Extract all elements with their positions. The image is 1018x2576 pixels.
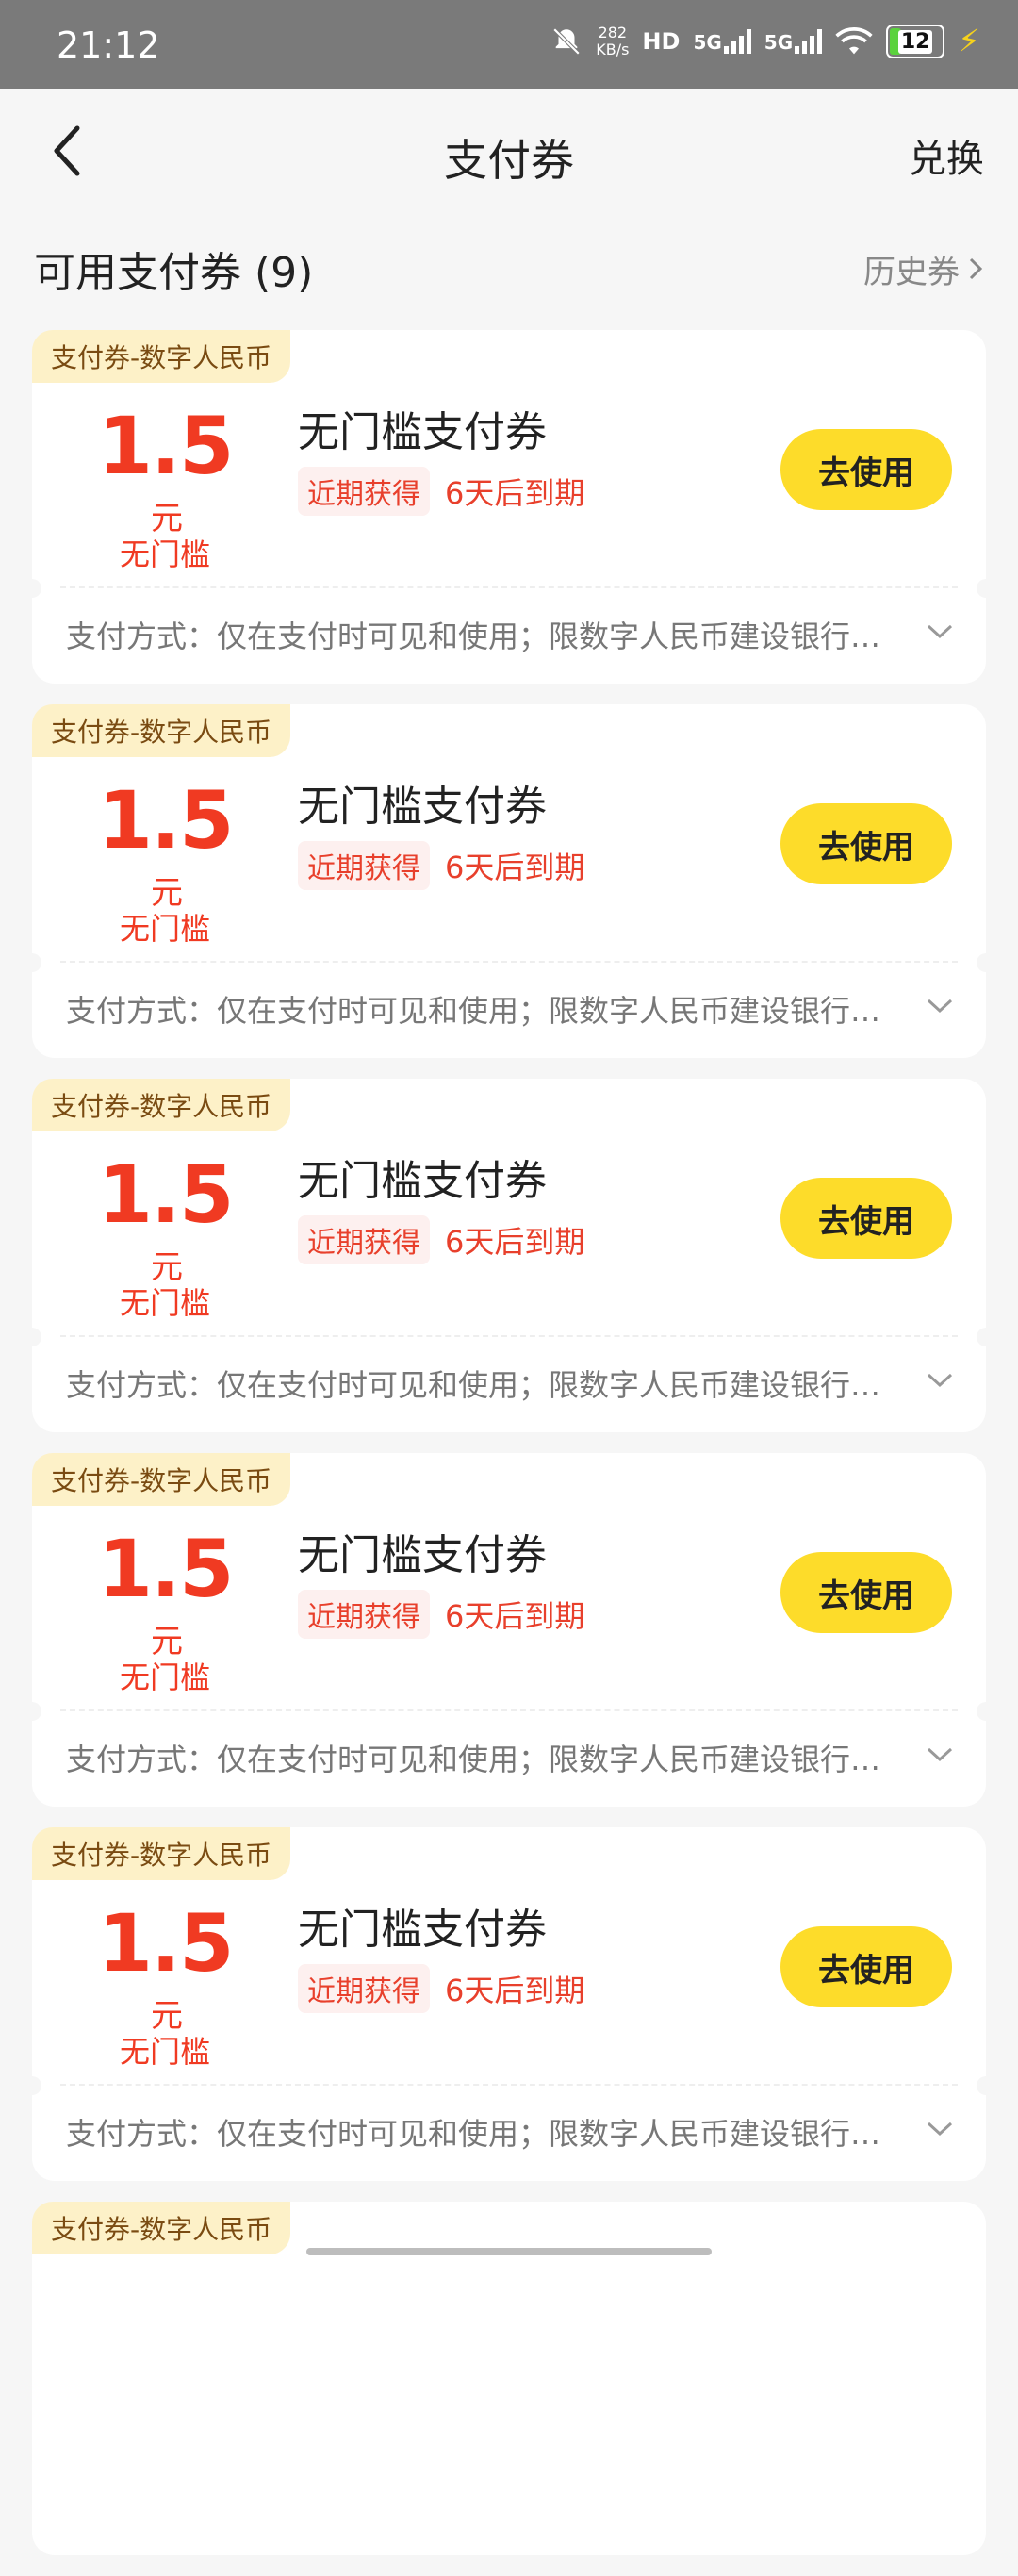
dashed-divider bbox=[60, 586, 958, 588]
coupon-name: 无门槛支付券 bbox=[298, 408, 547, 456]
use-coupon-button[interactable]: 去使用 bbox=[780, 803, 952, 884]
payment-method-desc: 支付方式：仅在支付时可见和使用；限数字人民币建设银行钱包使用 bbox=[66, 619, 901, 654]
chevron-down-icon[interactable] bbox=[926, 1745, 954, 1764]
hd-icon: HD bbox=[642, 28, 681, 55]
page-title: 支付券 bbox=[444, 135, 574, 186]
coupon-amount: 1.5元 无门槛 bbox=[97, 774, 235, 947]
chevron-down-icon[interactable] bbox=[926, 1371, 954, 1390]
coupon-name: 无门槛支付券 bbox=[298, 1157, 547, 1205]
charging-icon: ⚡ bbox=[958, 23, 980, 60]
wifi-icon bbox=[835, 27, 873, 55]
coupon-tag: 支付券-数字人民币 bbox=[32, 2202, 291, 2254]
chevron-down-icon[interactable] bbox=[926, 2120, 954, 2138]
coupon-card: 支付券-数字人民币 1.5元 无门槛 无门槛支付券 近期获得 6天后到期 去使用… bbox=[23, 330, 995, 684]
coupon-name: 无门槛支付券 bbox=[298, 1531, 547, 1579]
expiry-text: 6天后到期 bbox=[445, 850, 585, 885]
coupon-chips: 近期获得 6天后到期 bbox=[298, 1964, 584, 2013]
coupon-tag: 支付券-数字人民币 bbox=[32, 704, 291, 757]
expiry-text: 6天后到期 bbox=[445, 1224, 585, 1260]
expiry-text: 6天后到期 bbox=[445, 1598, 585, 1634]
coupon-amount: 1.5元 无门槛 bbox=[97, 1523, 235, 1695]
mute-bell-icon bbox=[552, 27, 581, 56]
recent-badge: 近期获得 bbox=[298, 1964, 430, 2013]
use-coupon-button[interactable]: 去使用 bbox=[780, 429, 952, 510]
payment-method-desc: 支付方式：仅在支付时可见和使用；限数字人民币建设银行钱包使用 bbox=[66, 1367, 901, 1403]
battery-icon: 12 bbox=[886, 25, 945, 58]
chevron-down-icon[interactable] bbox=[926, 622, 954, 641]
chevron-down-icon[interactable] bbox=[926, 997, 954, 1016]
payment-method-desc: 支付方式：仅在支付时可见和使用；限数字人民币建设银行钱包使用 bbox=[66, 1742, 901, 1777]
coupon-chips: 近期获得 6天后到期 bbox=[298, 1215, 584, 1264]
coupon-tag: 支付券-数字人民币 bbox=[32, 1827, 291, 1880]
recent-badge: 近期获得 bbox=[298, 841, 430, 890]
use-coupon-button[interactable]: 去使用 bbox=[780, 1552, 952, 1633]
expiry-text: 6天后到期 bbox=[445, 1973, 585, 2008]
signal-icon: 5G bbox=[764, 29, 823, 54]
section-title: 可用支付券 (9) bbox=[34, 249, 314, 297]
coupon-amount: 1.5元 无门槛 bbox=[97, 1897, 235, 2070]
recent-badge: 近期获得 bbox=[298, 1215, 430, 1264]
coupon-card: 支付券-数字人民币 1.5元 无门槛 无门槛支付券 近期获得 6天后到期 去使用… bbox=[23, 704, 995, 1058]
use-coupon-button[interactable]: 去使用 bbox=[780, 1178, 952, 1259]
dashed-divider bbox=[60, 1709, 958, 1711]
coupon-tag: 支付券-数字人民币 bbox=[32, 1079, 291, 1131]
history-coupons-link[interactable]: 历史券 bbox=[863, 246, 984, 292]
page-header: 支付券 兑换 bbox=[0, 89, 1018, 211]
coupon-list: 支付券-数字人民币 1.5元 无门槛 无门槛支付券 近期获得 6天后到期 去使用… bbox=[23, 330, 995, 2576]
chevron-right-icon bbox=[969, 257, 983, 280]
exchange-button[interactable]: 兑换 bbox=[909, 128, 984, 183]
signal-icon: 5G bbox=[693, 29, 751, 54]
use-coupon-button[interactable]: 去使用 bbox=[780, 1926, 952, 2007]
coupon-tag: 支付券-数字人民币 bbox=[32, 330, 291, 383]
recent-badge: 近期获得 bbox=[298, 467, 430, 516]
payment-method-desc: 支付方式：仅在支付时可见和使用；限数字人民币建设银行钱包使用 bbox=[66, 2116, 901, 2152]
section-header: 可用支付券 (9) 历史券 bbox=[34, 236, 984, 302]
coupon-name: 无门槛支付券 bbox=[298, 783, 547, 831]
coupon-name: 无门槛支付券 bbox=[298, 1906, 547, 1954]
status-time: 21:12 bbox=[57, 25, 160, 66]
net-speed: 282 KB/s bbox=[596, 24, 630, 58]
coupon-card: 支付券-数字人民币 1.5元 无门槛 无门槛支付券 近期获得 6天后到期 去使用… bbox=[23, 1079, 995, 1432]
dashed-divider bbox=[60, 961, 958, 963]
status-icons: 282 KB/s HD 5G 5G 12 ⚡ bbox=[550, 23, 980, 60]
status-bar: 21:12 282 KB/s HD 5G 5G 12 ⚡ bbox=[0, 0, 1018, 89]
coupon-card: 支付券-数字人民币 1.5元 无门槛 无门槛支付券 近期获得 6天后到期 去使用… bbox=[23, 1453, 995, 1807]
coupon-amount: 1.5元 无门槛 bbox=[97, 1148, 235, 1321]
coupon-chips: 近期获得 6天后到期 bbox=[298, 841, 584, 890]
coupon-tag: 支付券-数字人民币 bbox=[32, 1453, 291, 1506]
home-indicator[interactable] bbox=[306, 2248, 712, 2255]
coupon-chips: 近期获得 6天后到期 bbox=[298, 467, 584, 516]
recent-badge: 近期获得 bbox=[298, 1590, 430, 1639]
expiry-text: 6天后到期 bbox=[445, 475, 585, 511]
coupon-amount: 1.5元 无门槛 bbox=[97, 400, 235, 572]
payment-method-desc: 支付方式：仅在支付时可见和使用；限数字人民币建设银行钱包使用 bbox=[66, 993, 901, 1029]
dashed-divider bbox=[60, 1335, 958, 1337]
coupon-card: 支付券-数字人民币 1.5元 无门槛 无门槛支付券 近期获得 6天后到期 去使用… bbox=[23, 1827, 995, 2181]
dashed-divider bbox=[60, 2084, 958, 2086]
coupon-chips: 近期获得 6天后到期 bbox=[298, 1590, 584, 1639]
